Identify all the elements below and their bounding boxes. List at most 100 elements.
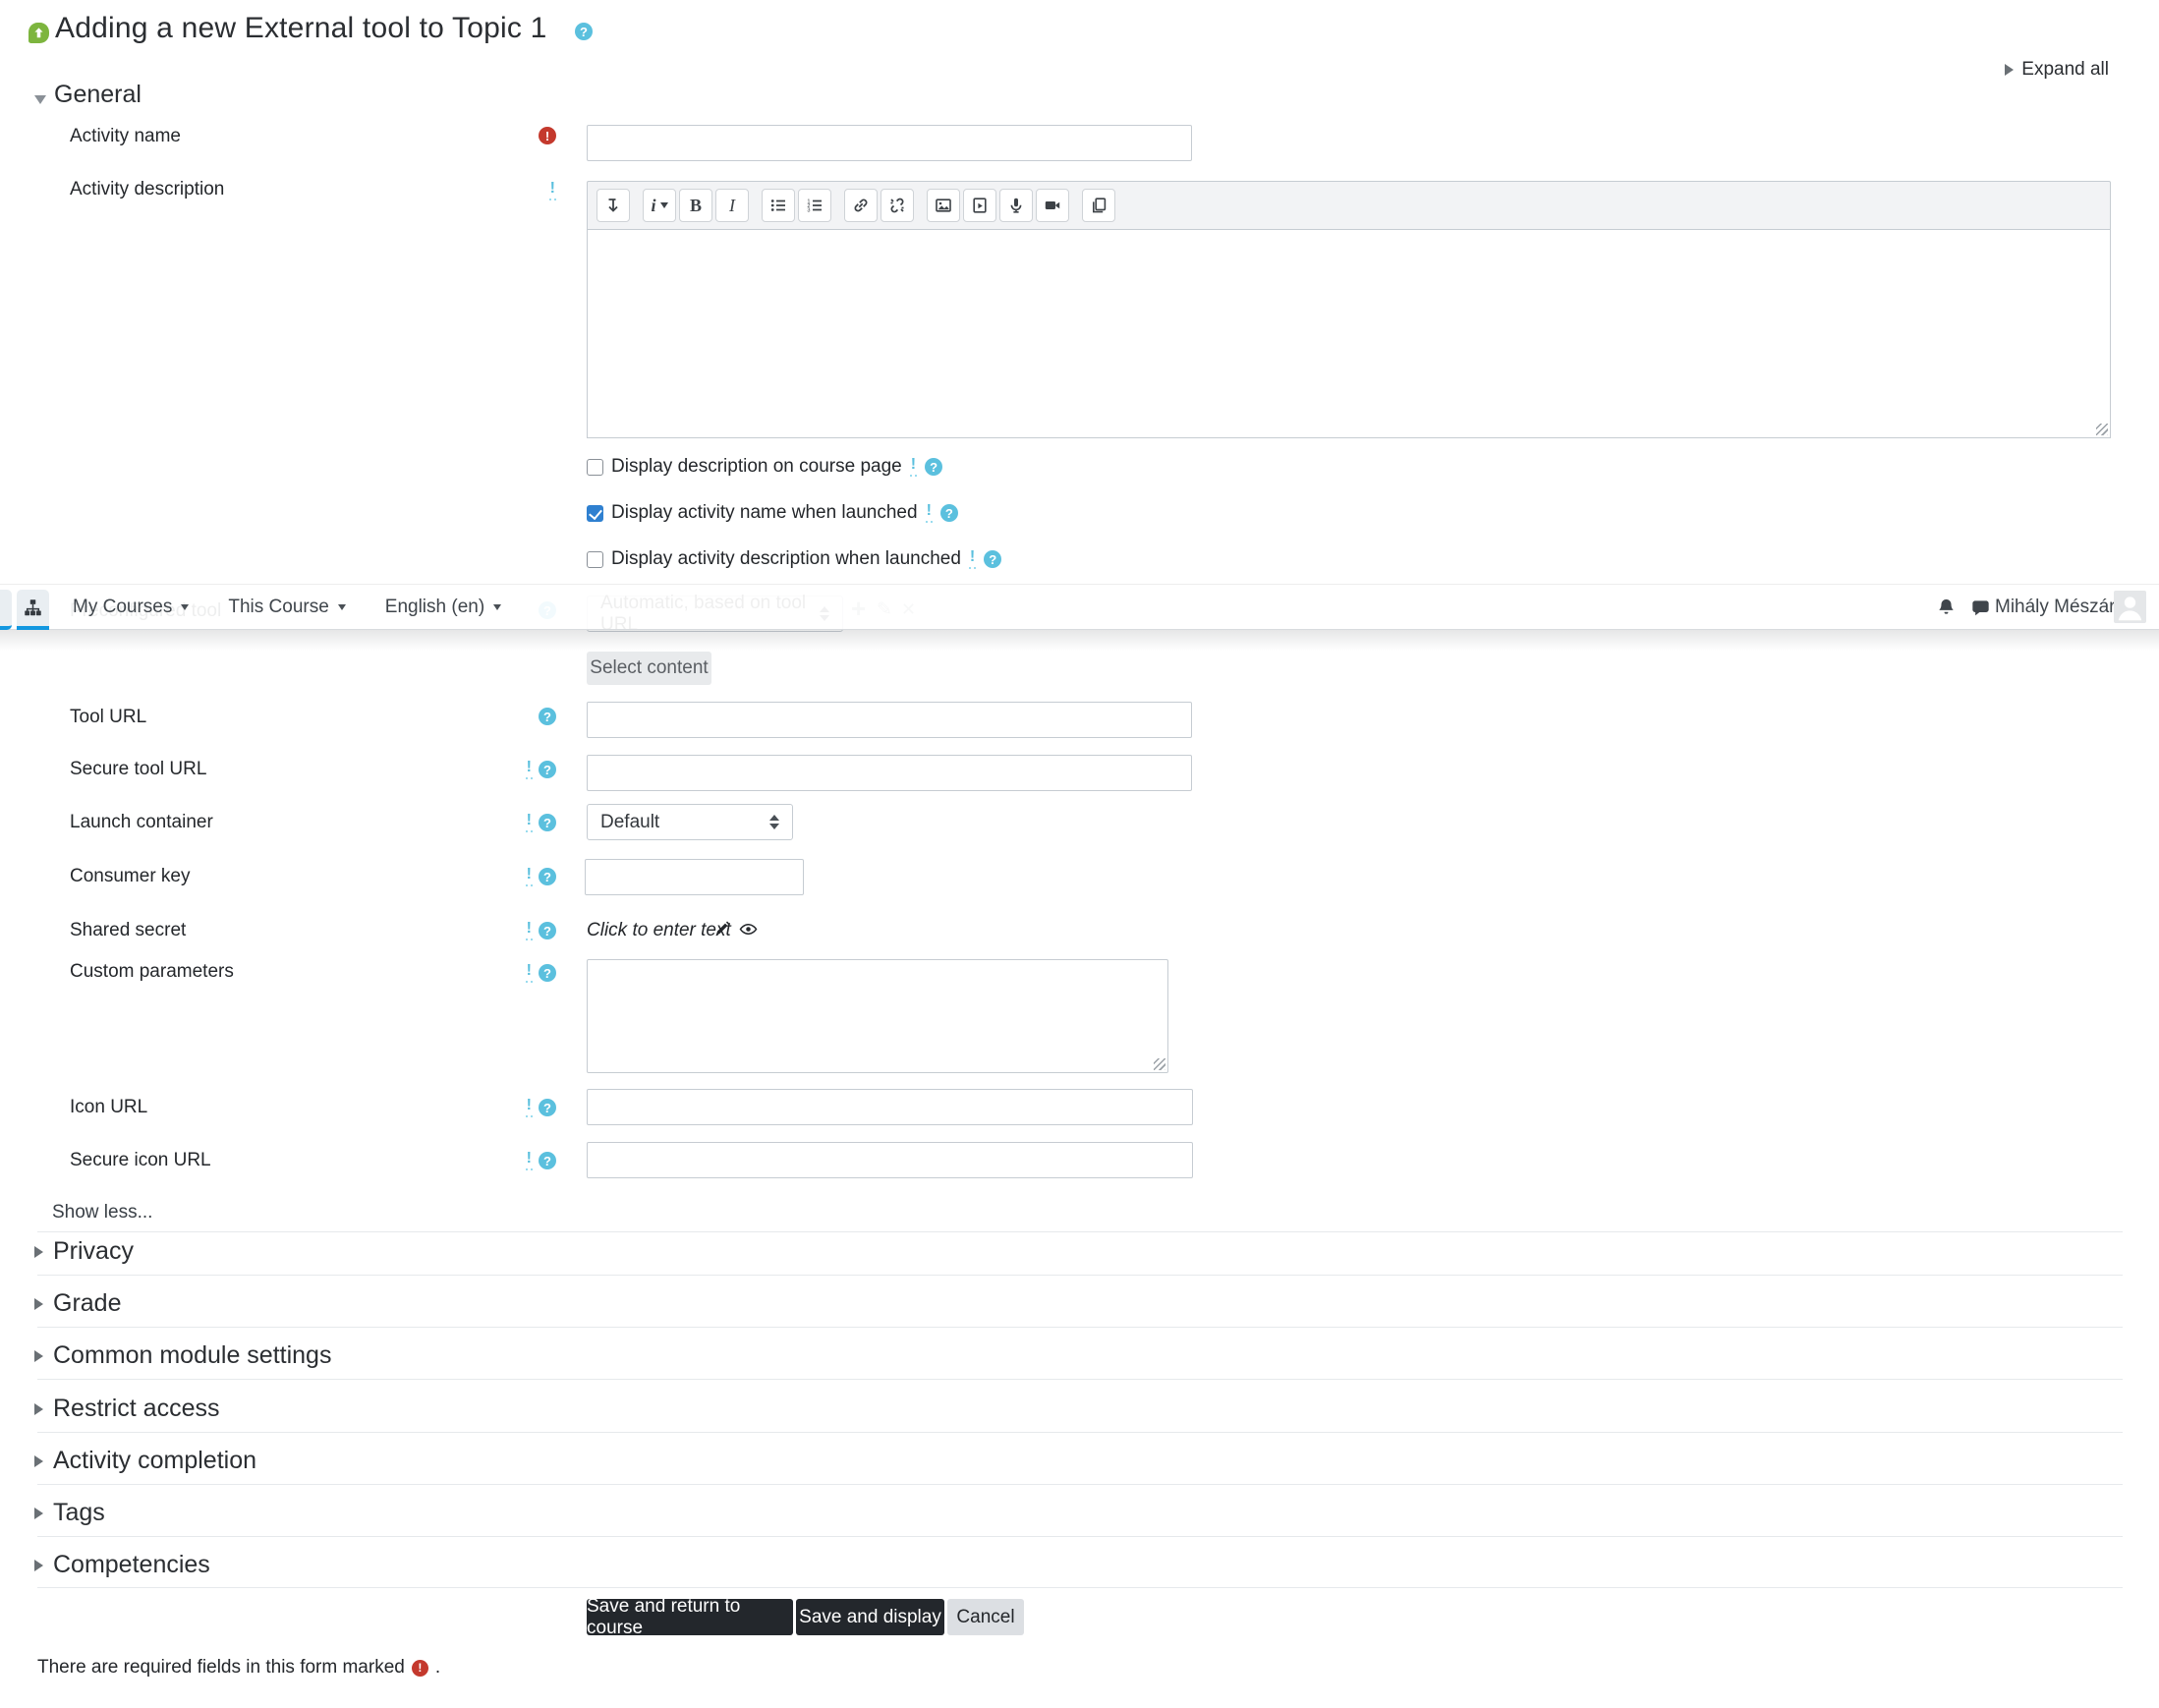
select-arrows-icon [769, 815, 779, 829]
lti-up-arrow-icon [28, 23, 49, 43]
paragraph-styles-button[interactable]: i [643, 189, 676, 222]
help-icon[interactable]: ? [539, 1152, 556, 1169]
nav-menu-my-courses[interactable]: My Courses [73, 597, 190, 618]
navbar-shadow [0, 630, 2159, 651]
user-avatar[interactable] [2114, 591, 2146, 623]
icon-url-input[interactable] [587, 1089, 1193, 1125]
display-activity-name-checkbox[interactable] [587, 504, 603, 522]
edit-pencil-icon[interactable] [714, 920, 731, 941]
info-icon[interactable]: ! [525, 921, 533, 940]
help-icon[interactable]: ? [539, 708, 556, 725]
cancel-button[interactable]: Cancel [947, 1599, 1024, 1635]
info-icon[interactable]: ! [525, 1151, 533, 1170]
info-icon[interactable]: ! [909, 457, 918, 477]
divider [37, 1379, 2123, 1380]
editor-content-area[interactable] [587, 230, 2111, 438]
display-activity-description-label: Display activity description when launch… [611, 548, 961, 569]
launch-container-select[interactable]: Default [587, 804, 793, 840]
activity-name-input[interactable] [587, 125, 1192, 161]
page-help-icon[interactable]: ? [575, 23, 593, 40]
moodle-external-tool-form-page: Adding a new External tool to Topic 1 ? … [0, 0, 2159, 1708]
section-common-module-settings-heading: Common module settings [53, 1341, 332, 1369]
section-collapse-icon [34, 1507, 43, 1519]
consumer-key-input[interactable] [585, 859, 804, 895]
help-icon[interactable]: ? [539, 922, 556, 939]
record-audio-button[interactable] [999, 189, 1033, 222]
save-and-display-button[interactable]: Save and display [796, 1599, 944, 1635]
section-grade[interactable]: Grade [34, 1289, 121, 1318]
select-content-button[interactable]: Select content [587, 652, 711, 685]
section-tags[interactable]: Tags [34, 1499, 105, 1527]
info-icon[interactable]: ! [925, 503, 933, 523]
info-icon[interactable]: ! [525, 963, 533, 983]
save-and-return-button[interactable]: Save and return to course [587, 1596, 793, 1638]
section-restrict-access[interactable]: Restrict access [34, 1395, 219, 1423]
info-icon[interactable]: ! [525, 867, 533, 886]
help-icon[interactable]: ? [539, 868, 556, 885]
help-icon[interactable]: ? [539, 1099, 556, 1116]
page-title: Adding a new External tool to Topic 1 [55, 12, 547, 44]
unordered-list-button[interactable] [762, 189, 795, 222]
info-icon[interactable]: ! [548, 181, 556, 200]
notifications-bell-icon[interactable] [1936, 598, 1957, 623]
sitemap-icon [25, 598, 41, 615]
section-privacy[interactable]: Privacy [34, 1237, 134, 1266]
info-icon[interactable]: ! [525, 813, 533, 832]
display-description-checkbox[interactable] [587, 458, 603, 476]
show-less-link[interactable]: Show less... [52, 1202, 152, 1224]
section-activity-completion[interactable]: Activity completion [34, 1447, 256, 1475]
info-icon[interactable]: ! [525, 760, 533, 779]
divider [37, 1275, 2123, 1276]
help-icon[interactable]: ? [984, 550, 1002, 568]
show-secret-eye-icon[interactable] [739, 921, 758, 942]
custom-parameters-textarea[interactable] [587, 959, 1168, 1073]
help-icon[interactable]: ? [539, 761, 556, 778]
section-general-heading[interactable]: General [54, 81, 142, 109]
record-video-button[interactable] [1036, 189, 1069, 222]
nav-menu-language[interactable]: English (en) [385, 597, 502, 618]
help-icon[interactable]: ? [939, 504, 958, 522]
nav-tab-partial[interactable] [0, 589, 12, 630]
display-activity-name-label: Display activity name when launched [611, 502, 918, 523]
section-competencies[interactable]: Competencies [34, 1551, 210, 1579]
unlink-button[interactable] [881, 189, 914, 222]
link-button[interactable] [844, 189, 878, 222]
section-collapse-icon [34, 1349, 43, 1362]
launch-container-value: Default [600, 811, 660, 832]
shared-secret-value[interactable]: Click to enter text [587, 920, 731, 941]
expand-all-link[interactable]: Expand all [2005, 59, 2109, 81]
ordered-list-button[interactable]: 123 [798, 189, 831, 222]
messages-icon[interactable] [1970, 598, 1991, 624]
section-common-module-settings[interactable]: Common module settings [34, 1341, 331, 1370]
italic-button[interactable]: I [715, 189, 749, 222]
divider [37, 1587, 2123, 1588]
help-icon[interactable]: ? [539, 964, 556, 982]
manage-files-button[interactable] [1082, 189, 1115, 222]
info-icon[interactable]: ! [968, 549, 977, 569]
tool-url-input[interactable] [587, 702, 1192, 738]
caret-down-icon [493, 603, 502, 610]
activity-description-label: Activity description [70, 179, 225, 199]
insert-media-button[interactable] [963, 189, 996, 222]
consumer-key-label: Consumer key [70, 866, 191, 886]
divider [37, 1536, 2123, 1537]
section-activity-completion-heading: Activity completion [53, 1447, 257, 1474]
bold-button[interactable]: B [679, 189, 712, 222]
help-icon[interactable]: ? [925, 458, 943, 476]
info-icon[interactable]: ! [525, 1098, 533, 1117]
textarea-resize-handle[interactable] [1154, 1058, 1165, 1070]
divider [37, 1327, 2123, 1328]
nav-tab-site-home[interactable] [17, 589, 49, 630]
section-grade-heading: Grade [53, 1289, 122, 1317]
nav-menu-this-course[interactable]: This Course [228, 597, 346, 618]
secure-tool-url-input[interactable] [587, 755, 1192, 791]
required-icon: ! [411, 1659, 428, 1677]
secure-icon-url-input[interactable] [587, 1142, 1193, 1178]
italic-glyph: I [729, 195, 735, 215]
insert-image-button[interactable] [927, 189, 960, 222]
general-collapse-icon[interactable] [34, 95, 46, 104]
help-icon[interactable]: ? [539, 814, 556, 831]
editor-resize-handle[interactable] [2096, 424, 2108, 435]
display-activity-description-checkbox[interactable] [587, 550, 603, 568]
collapse-toolbar-button[interactable] [597, 189, 630, 222]
